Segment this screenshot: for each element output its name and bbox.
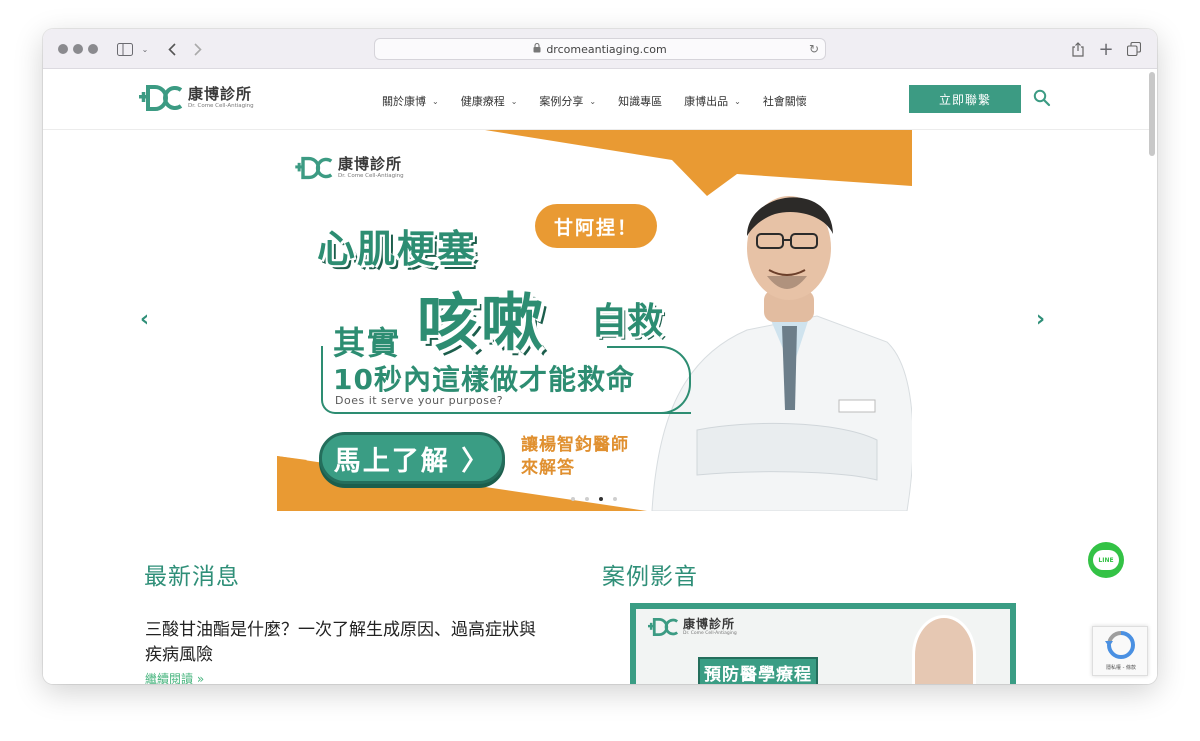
banner-headline-line1: 心肌梗塞 [317,227,478,271]
video-section-title: 案例影音 [602,564,698,590]
logo-chinese-name: 康博診所 [188,84,253,103]
recaptcha-badge[interactable]: 隱私權 - 條款 [1092,626,1148,676]
share-icon[interactable] [1070,39,1086,59]
forward-icon[interactable] [191,39,205,59]
banner-answer-line1: 讓楊智鈞醫師 [521,435,629,455]
nav-label: 案例分享 [539,95,584,108]
slider-dot[interactable] [585,497,589,501]
hero-banner[interactable]: 康博診所 Dr. Come Cell-Antiaging 甘阿捏！ 心肌梗塞 咳… [277,130,912,511]
banner-logo-english: Dr. Come Cell-Antiaging [338,172,404,179]
chevron-down-icon: ⌄ [432,96,439,106]
dc-logo-icon [139,84,185,112]
slider-dots [571,497,627,501]
nav-item-products[interactable]: 康博出品 ⌄ [684,93,741,109]
dc-logo-icon [648,617,679,637]
video-thumbnail: 康博診所 Dr. Come Cell-Antiaging 預防醫學療程 [636,609,1010,684]
line-chat-button[interactable]: LINE [1088,542,1124,578]
line-icon: LINE [1093,550,1119,570]
nav-label: 社會關懷 [762,95,807,108]
nav-item-cases[interactable]: 案例分享 ⌄ [539,93,596,109]
zoom-window-button[interactable] [88,44,98,54]
back-icon[interactable] [165,39,179,59]
close-window-button[interactable] [58,44,68,54]
banner-cta-button[interactable]: 馬上了解 〉 [319,432,505,484]
nav-item-treatments[interactable]: 健康療程 ⌄ [461,93,518,109]
nav-label: 健康療程 [460,95,505,108]
banner-headline-small: 自救 [591,301,664,342]
browser-toolbar: ⌄ drcomeantiaging.com ↻ + [43,29,1157,69]
address-bar[interactable]: drcomeantiaging.com ↻ [374,38,826,60]
logo-english-name: Dr. Come Cell-Antiaging [188,102,254,109]
browser-window: ⌄ drcomeantiaging.com ↻ + 康博診所 Dr. Come … [43,29,1157,684]
new-tab-icon[interactable]: + [1098,39,1114,60]
slider-dot-active[interactable] [599,497,603,501]
nav-label: 知識專區 [618,95,663,108]
search-icon[interactable] [1033,89,1053,109]
video-logo-english: Dr. Come Cell-Antiaging [683,630,737,636]
recaptcha-icon [1105,631,1135,659]
read-more-link[interactable]: 繼續閱讀 » [145,670,204,684]
nav-item-about[interactable]: 關於康博 ⌄ [382,93,439,109]
banner-speech-bubble: 甘阿捏！ [535,204,657,248]
webpage: 康博診所 Dr. Come Cell-Antiaging 關於康博 ⌄ 健康療程 ⌄… [43,70,1157,684]
banner-subtitle-english: Does it serve your purpose? [335,394,504,407]
slider-dot[interactable] [571,497,575,501]
banner-logo: 康博診所 Dr. Come Cell-Antiaging [295,156,404,180]
banner-answer-text: 讓楊智鈞醫師 來解答 [521,434,629,480]
slider-prev-arrow[interactable]: ‹ [140,308,156,332]
sidebar-icon[interactable] [116,39,134,59]
url-text: drcomeantiaging.com [546,42,667,56]
banner-subtitle-chinese: 10秒內這樣做才能救命 [333,363,635,396]
recaptcha-label: 隱私權 - 條款 [1106,665,1136,671]
main-nav: 關於康博 ⌄ 健康療程 ⌄ 案例分享 ⌄ 知識專區 康博出品 ⌄ 社會關懷 [382,93,829,109]
news-section-title: 最新消息 [144,564,240,590]
nav-item-knowledge[interactable]: 知識專區 [618,93,662,109]
contact-button[interactable]: 立即聯繫 [909,85,1021,113]
chevron-down-icon: ⌄ [510,96,518,106]
tabs-overview-icon[interactable] [1126,39,1142,59]
video-card-logo: 康博診所 Dr. Come Cell-Antiaging [648,617,737,637]
slider-next-arrow[interactable]: › [1036,308,1052,332]
site-logo[interactable]: 康博診所 Dr. Come Cell-Antiaging [139,84,254,112]
video-logo-chinese: 康博診所 [683,616,736,631]
site-header: 康博診所 Dr. Come Cell-Antiaging 關於康博 ⌄ 健康療程 ⌄… [43,70,1149,130]
chevron-down-icon: ⌄ [734,96,741,106]
video-card[interactable]: 康博診所 Dr. Come Cell-Antiaging 預防醫學療程 [630,603,1016,684]
news-post-title[interactable]: 三酸甘油酯是什麼？一次了解生成原因、過高症狀與疾病風險 [145,618,545,668]
nav-label: 康博出品 [684,95,729,108]
dc-logo-icon [295,156,333,180]
slider-dot[interactable] [613,497,617,501]
chevron-down-icon[interactable]: ⌄ [140,39,150,59]
nav-item-social-care[interactable]: 社會關懷 [763,93,807,109]
banner-answer-line2: 來解答 [521,458,575,478]
video-card-tag: 預防醫學療程 [698,657,818,684]
chevron-down-icon: ⌄ [589,96,597,106]
nav-label: 關於康博 [382,95,426,108]
lock-icon [533,42,541,56]
video-presenter-photo [912,615,976,684]
minimize-window-button[interactable] [73,44,83,54]
reload-icon[interactable]: ↻ [809,42,819,56]
scrollbar[interactable] [1149,72,1155,156]
banner-logo-chinese: 康博診所 [338,154,403,173]
